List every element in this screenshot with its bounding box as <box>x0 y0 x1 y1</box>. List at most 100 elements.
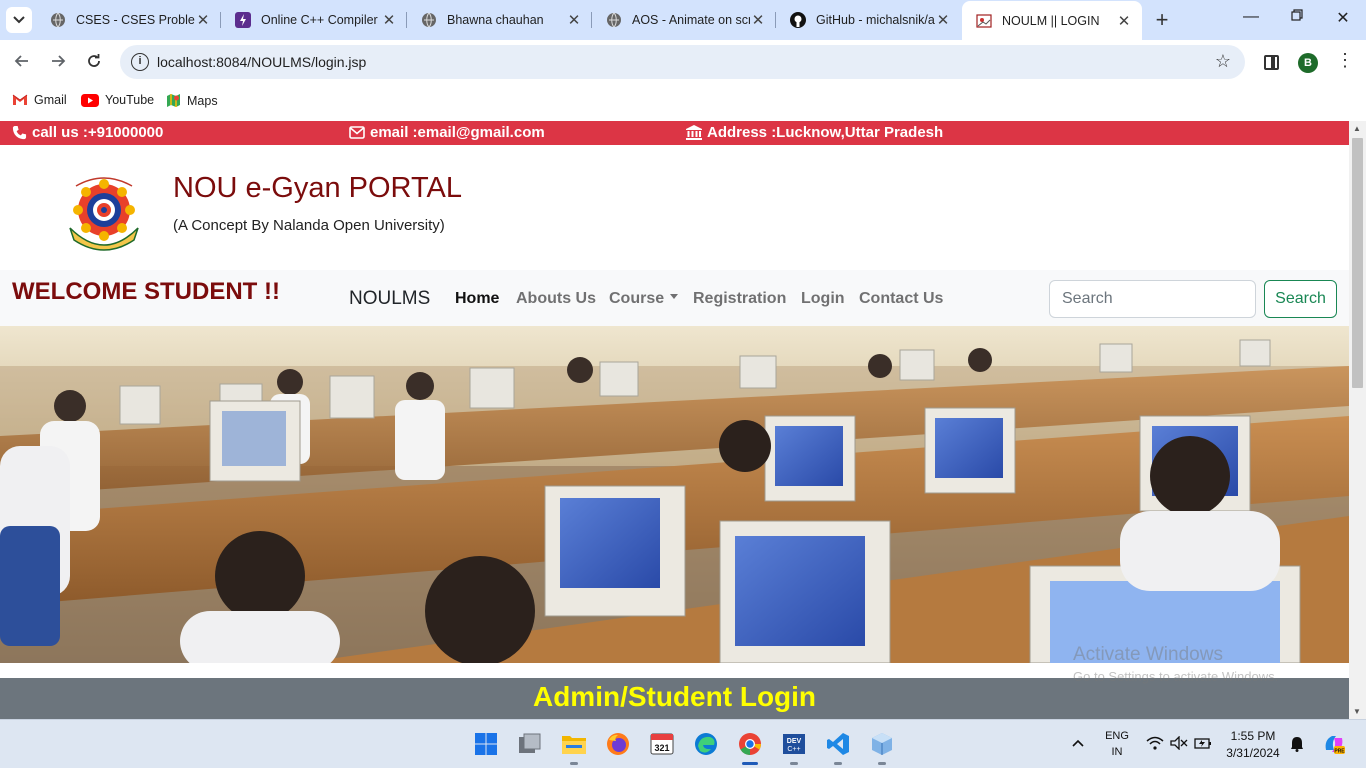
vscode-icon[interactable] <box>824 730 852 765</box>
bookmark-label: Maps <box>187 93 218 108</box>
new-tab-button[interactable]: + <box>1150 8 1174 32</box>
wifi-icon[interactable] <box>1146 736 1164 753</box>
chevron-down-icon <box>13 16 25 24</box>
page-scrollbar[interactable]: ▲ ▼ <box>1349 121 1366 719</box>
browser-tab-compiler[interactable]: Online C++ Compiler ✕ <box>221 0 407 40</box>
chrome-icon[interactable] <box>736 730 764 765</box>
tab-close-icon[interactable]: ✕ <box>750 11 766 29</box>
maps-icon <box>166 93 181 108</box>
tab-close-icon[interactable]: ✕ <box>381 11 397 29</box>
phone-icon <box>12 125 27 140</box>
clock-date[interactable]: 3/31/2024 <box>1222 746 1284 760</box>
portal-header: NOU e-Gyan PORTAL (A Concept By Nalanda … <box>0 145 1349 270</box>
svg-text:C++: C++ <box>787 746 800 753</box>
hero-image-computer-lab <box>0 326 1349 663</box>
browser-tab-github[interactable]: GitHub - michalsnik/aos ✕ <box>776 0 961 40</box>
address-bar-row: i localhost:8084/NOULMS/login.jsp ☆ B ⋮ <box>0 40 1366 86</box>
browser-tab-bhawna[interactable]: Bhawna chauhan ✕ <box>407 0 592 40</box>
nav-link-contact[interactable]: Contact Us <box>859 290 943 308</box>
bookmark-star-icon[interactable]: ☆ <box>1215 51 1231 72</box>
search-input[interactable] <box>1049 280 1256 318</box>
contact-top-bar: call us :+91000000 email :email@gmail.co… <box>0 121 1349 145</box>
youtube-icon <box>81 93 99 107</box>
globe-icon <box>421 12 437 28</box>
nav-link-about[interactable]: Abouts Us <box>516 290 596 308</box>
main-navbar: WELCOME STUDENT !! NOULMS Home Abouts Us… <box>0 270 1349 326</box>
reload-icon <box>88 54 100 67</box>
contact-phone: call us :+91000000 <box>12 124 163 141</box>
caret-down-icon <box>670 294 679 300</box>
restore-icon <box>1291 9 1303 21</box>
page-viewport: call us :+91000000 email :email@gmail.co… <box>0 121 1349 719</box>
battery-charging-icon[interactable] <box>1194 736 1212 753</box>
nav-link-home[interactable]: Home <box>455 290 499 308</box>
copilot-icon[interactable]: PRE <box>1322 732 1346 759</box>
browser-tab-aos[interactable]: AOS - Animate on scroll ✕ <box>592 0 776 40</box>
bookmark-maps[interactable]: Maps <box>166 93 218 108</box>
forward-button[interactable] <box>47 52 69 74</box>
windows-taskbar: 321 DEV C++ ENG IN 1:55 PM 3/31/2024 PRE <box>0 719 1366 768</box>
virtualbox-icon[interactable] <box>868 730 896 765</box>
chevron-up-icon[interactable] <box>1072 734 1084 750</box>
search-button[interactable]: Search <box>1264 280 1337 318</box>
tab-close-icon[interactable]: ✕ <box>935 11 951 29</box>
close-window-button[interactable]: ✕ <box>1328 8 1358 28</box>
minimize-button[interactable]: — <box>1236 8 1266 26</box>
contact-email: email :email@gmail.com <box>349 124 545 141</box>
notification-bell-icon[interactable] <box>1290 736 1304 755</box>
tab-close-icon[interactable]: ✕ <box>195 11 211 29</box>
site-info-icon[interactable]: i <box>131 53 149 71</box>
tab-title: Online C++ Compiler <box>261 13 378 27</box>
portal-subtitle: (A Concept By Nalanda Open University) <box>173 217 445 234</box>
tab-search-button[interactable] <box>6 7 32 33</box>
scroll-down-icon[interactable]: ▼ <box>1353 707 1361 716</box>
calendar-app-icon[interactable]: 321 <box>648 730 676 758</box>
speaker-muted-icon[interactable] <box>1170 735 1188 753</box>
address-text: Address :Lucknow,Uttar Pradesh <box>707 124 944 141</box>
side-panel-icon[interactable] <box>1264 55 1279 70</box>
clock-time[interactable]: 1:55 PM <box>1222 729 1284 743</box>
login-heading: Admin/Student Login <box>532 681 817 712</box>
welcome-heading: WELCOME STUDENT !! <box>12 278 280 305</box>
envelope-icon <box>349 126 365 139</box>
nav-link-registration[interactable]: Registration <box>693 290 786 308</box>
firefox-icon[interactable] <box>604 730 632 758</box>
bookmark-label: YouTube <box>105 93 155 107</box>
gmail-icon <box>12 94 28 106</box>
omnibox[interactable]: i localhost:8084/NOULMS/login.jsp ☆ <box>120 45 1245 79</box>
nav-dropdown-course[interactable]: Course <box>609 290 679 308</box>
bookmark-youtube[interactable]: YouTube <box>81 93 154 107</box>
browser-menu-icon[interactable]: ⋮ <box>1336 50 1354 71</box>
start-icon[interactable] <box>472 730 500 758</box>
reload-button[interactable] <box>83 52 105 74</box>
browser-tab-noulm-login[interactable]: NOULM || LOGIN ✕ <box>962 1 1142 40</box>
browser-tab-cses[interactable]: CSES - CSES Problem Set ✕ <box>36 0 221 40</box>
task-view-icon[interactable] <box>516 730 544 758</box>
dev-cpp-icon[interactable]: DEV C++ <box>780 730 808 765</box>
globe-icon <box>50 12 66 28</box>
input-region[interactable]: IN <box>1104 746 1130 758</box>
bank-icon <box>686 125 702 140</box>
nav-link-login[interactable]: Login <box>801 290 845 308</box>
back-arrow-icon <box>14 55 28 67</box>
navbar-brand[interactable]: NOULMS <box>349 288 430 310</box>
bookmark-gmail[interactable]: Gmail <box>12 93 67 107</box>
input-language[interactable]: ENG <box>1104 730 1130 742</box>
globe-icon <box>606 12 622 28</box>
page-icon <box>976 13 992 29</box>
tab-title: GitHub - michalsnik/aos <box>816 13 935 27</box>
login-heading-bar: Admin/Student Login <box>0 678 1349 719</box>
edge-icon[interactable] <box>692 730 720 758</box>
tab-title: NOULM || LOGIN <box>1002 13 1100 28</box>
tab-close-icon[interactable]: ✕ <box>1116 12 1132 30</box>
scrollbar-thumb[interactable] <box>1352 138 1363 388</box>
profile-avatar[interactable]: B <box>1298 53 1318 73</box>
url-text[interactable]: localhost:8084/NOULMS/login.jsp <box>157 54 366 70</box>
file-explorer-icon[interactable] <box>560 730 588 765</box>
university-logo <box>62 170 146 254</box>
restore-button[interactable] <box>1282 8 1312 26</box>
tab-close-icon[interactable]: ✕ <box>566 11 582 29</box>
tab-title: AOS - Animate on scroll <box>632 13 750 27</box>
scroll-up-icon[interactable]: ▲ <box>1353 124 1361 133</box>
back-button[interactable] <box>11 52 33 74</box>
